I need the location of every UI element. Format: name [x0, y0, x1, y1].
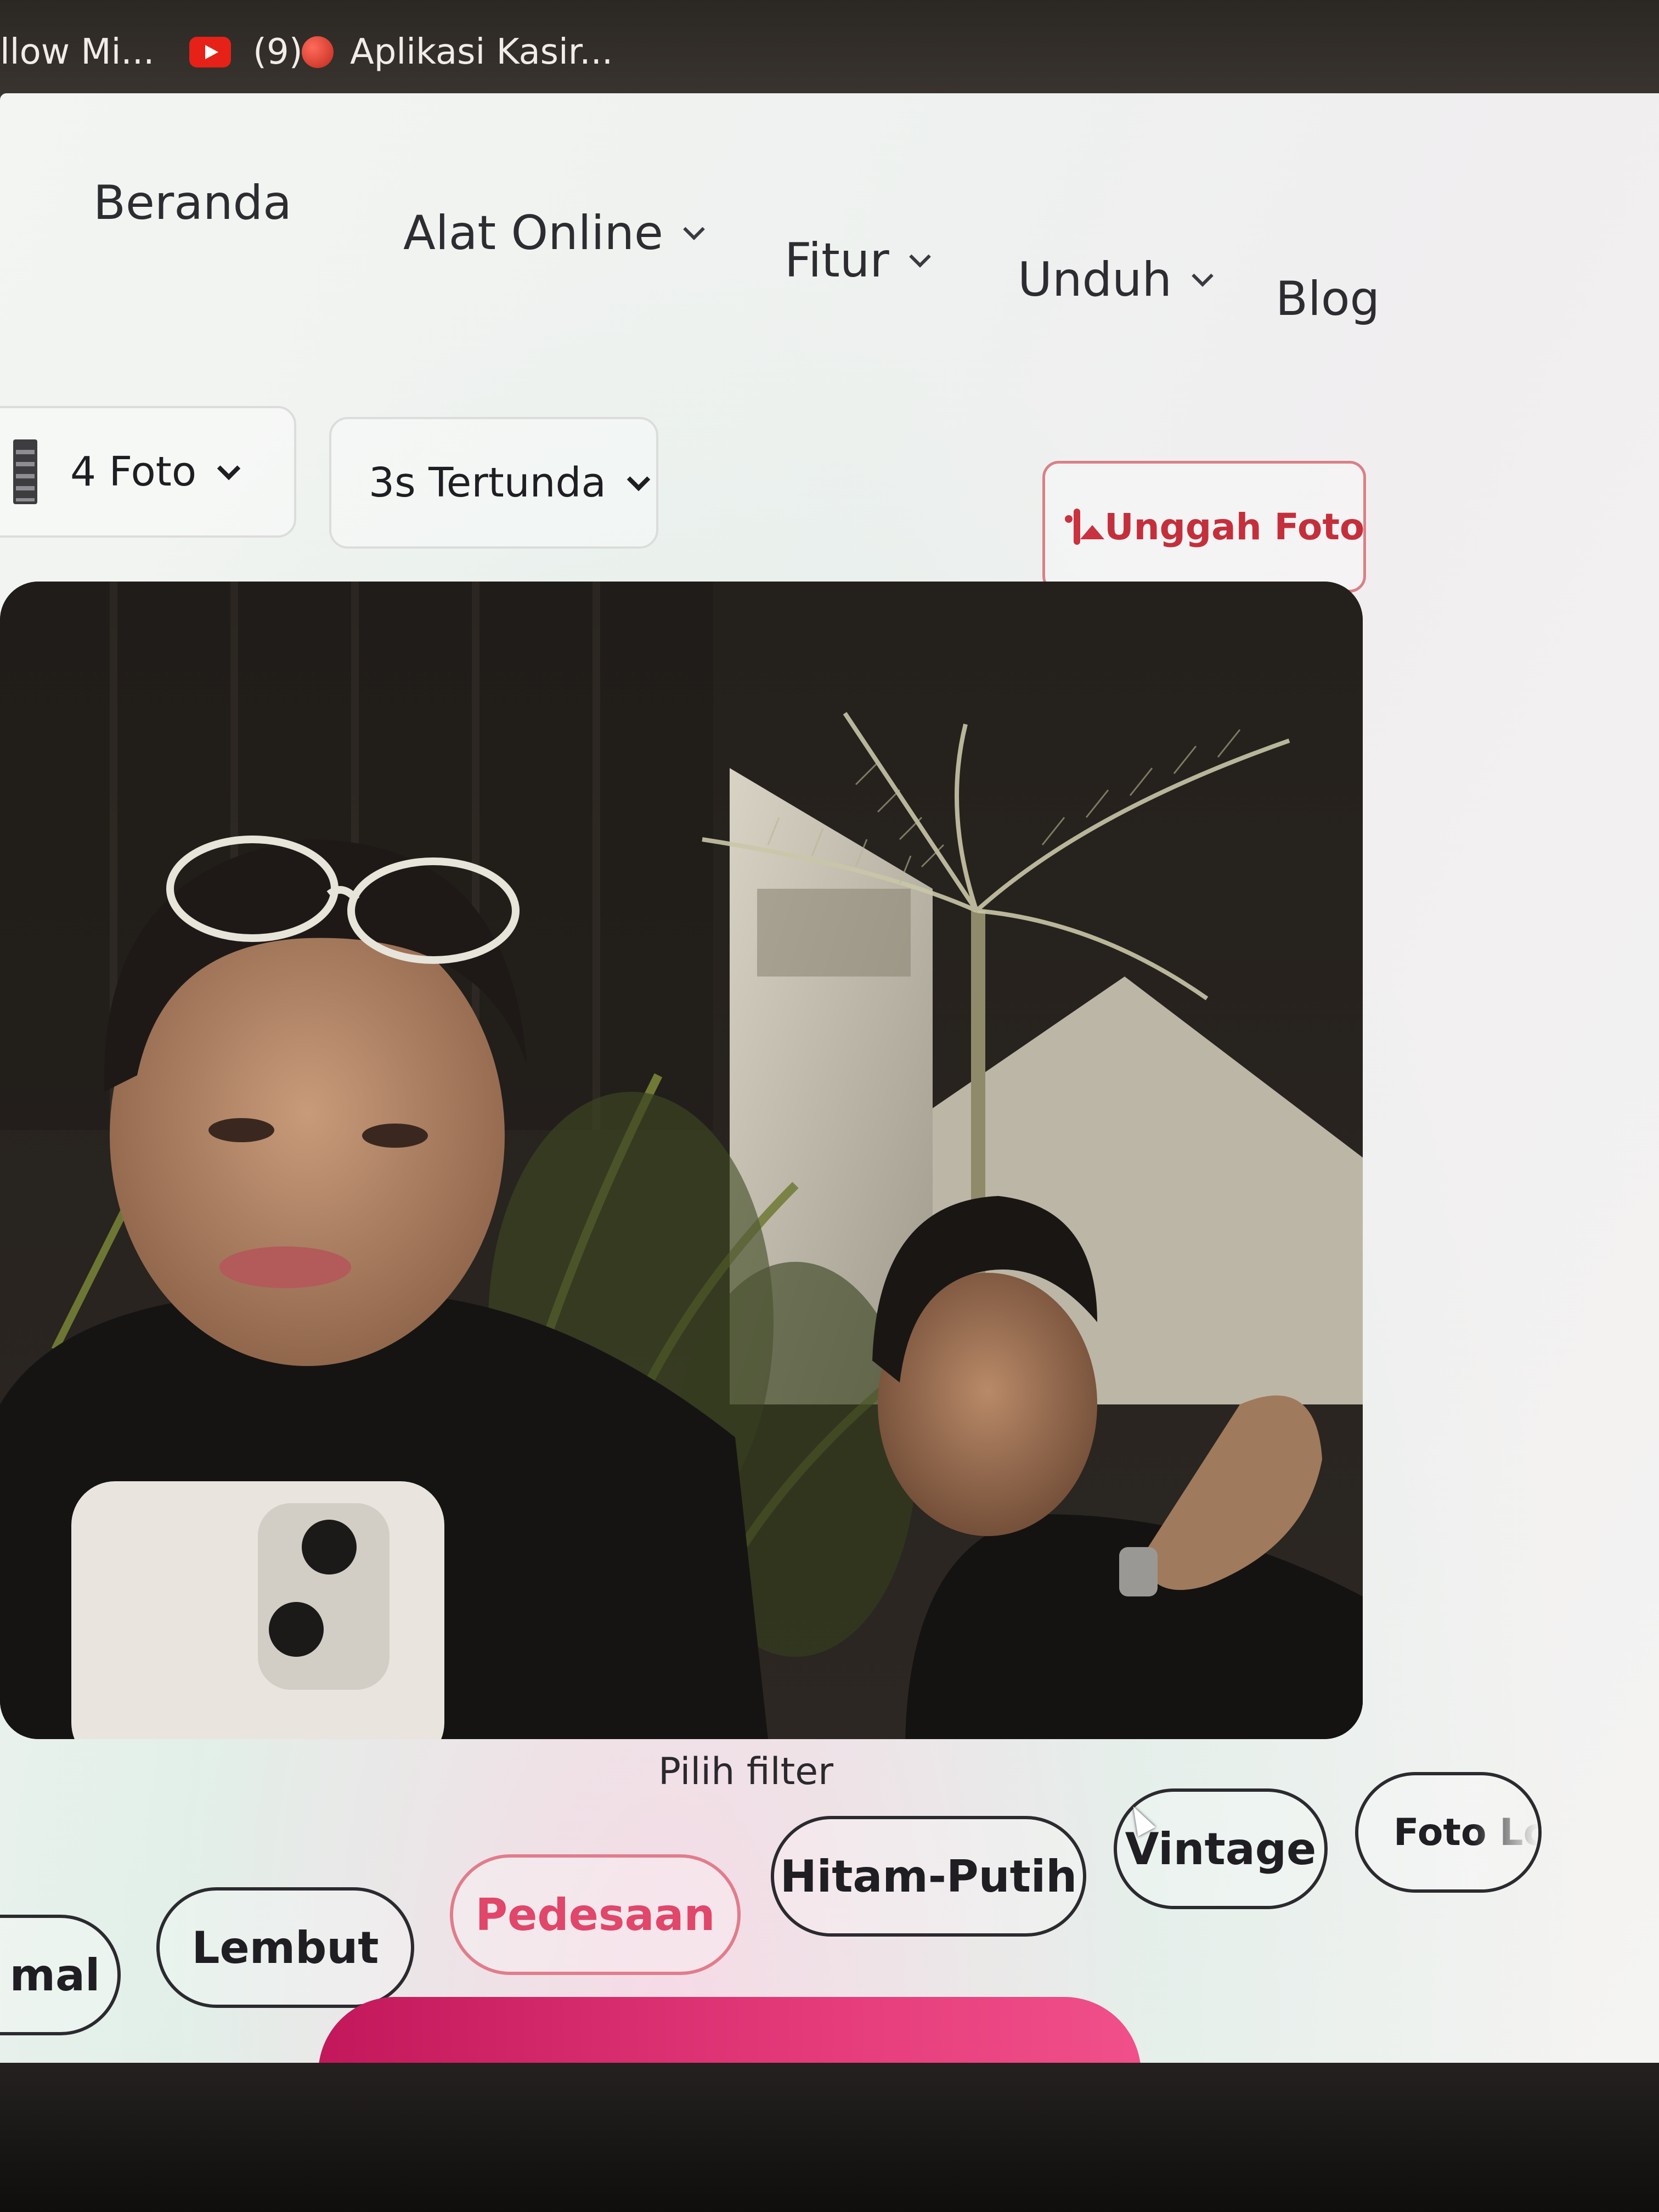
filter-section-title: Pilih filter [658, 1750, 834, 1793]
upload-photo-button[interactable]: Unggah Foto [1042, 461, 1366, 592]
filter-chip-normal[interactable]: mal [0, 1915, 121, 2035]
filter-label: Hitam-Putih [780, 1850, 1077, 1902]
filter-chip-rustic[interactable]: Pedesaan [450, 1854, 741, 1975]
web-page: Beranda Alat Online Fitur Unduh Blog 4 F… [0, 93, 1659, 2151]
nav-item-features[interactable]: Fitur [785, 233, 931, 288]
upload-label: Unggah Foto [1104, 505, 1365, 548]
nav-item-blog[interactable]: Blog [1276, 272, 1380, 326]
nav-item-online-tools[interactable]: Alat Online [403, 206, 705, 261]
filter-chip-black-white[interactable]: Hitam-Putih [771, 1816, 1086, 1937]
photo-count-select[interactable]: 4 Foto [0, 406, 296, 538]
filter-chip-partial[interactable]: Foto Lc [1355, 1772, 1542, 1893]
chevron-down-icon [683, 218, 705, 240]
chevron-down-icon [909, 246, 931, 268]
chevron-down-icon [217, 456, 241, 481]
image-icon [1065, 509, 1104, 545]
photo-count-label: 4 Foto [70, 448, 197, 495]
nav-item-download[interactable]: Unduh [1018, 252, 1214, 307]
screen: llow Mi... (9) Aplikasi Kasir... Beranda… [0, 0, 1659, 2212]
chevron-down-icon [627, 467, 651, 492]
nav-label: Beranda [93, 176, 292, 230]
bookmark-item-3[interactable]: Aplikasi Kasir... [285, 22, 613, 82]
nav-label: Alat Online [403, 206, 663, 261]
chevron-down-icon [1192, 265, 1214, 287]
nav-label: Fitur [785, 233, 889, 288]
youtube-icon [189, 37, 231, 67]
chip-fade-overlay [1472, 1775, 1538, 1889]
bookmark-label: Aplikasi Kasir... [350, 32, 613, 72]
nav-item-home[interactable]: Beranda [93, 176, 292, 230]
bookmark-item-1[interactable]: llow Mi... [0, 22, 154, 82]
filter-label: Lembut [191, 1922, 379, 1973]
bookmark-label: llow Mi... [0, 32, 155, 72]
bookmark-bar: llow Mi... (9) Aplikasi Kasir... [0, 0, 1659, 104]
filter-label: Pedesaan [475, 1889, 715, 1940]
main-nav: Beranda Alat Online Fitur Unduh Blog [0, 176, 1659, 326]
monitor-bezel [0, 2063, 1659, 2212]
nav-label: Blog [1276, 272, 1380, 326]
nav-label: Unduh [1018, 252, 1172, 307]
filmstrip-icon [13, 439, 37, 504]
filter-label: mal [9, 1949, 100, 2001]
delay-label: 3s Tertunda [369, 459, 606, 506]
camera-preview [0, 582, 1363, 1739]
filter-chip-vintage[interactable]: Vintage [1114, 1788, 1328, 1909]
filter-label: Vintage [1125, 1823, 1317, 1875]
filter-chip-soft[interactable]: Lembut [156, 1887, 414, 2008]
delay-select[interactable]: 3s Tertunda [329, 417, 658, 549]
red-circle-icon [302, 36, 334, 68]
